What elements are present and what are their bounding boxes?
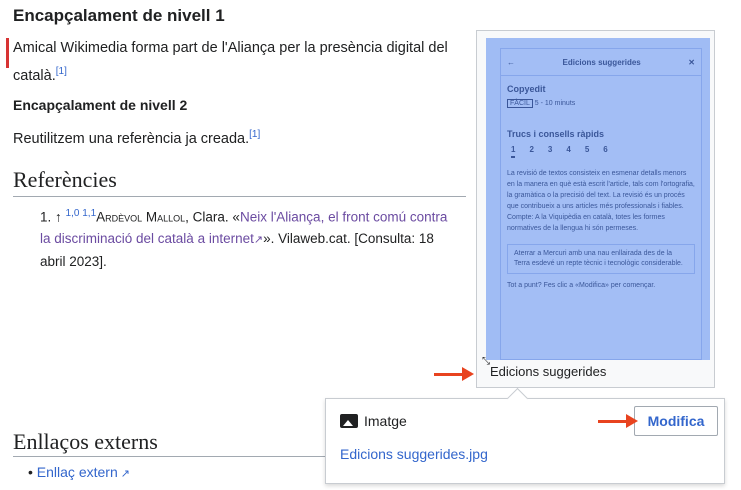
external-link-icon: ↗: [253, 233, 264, 246]
image-icon: [340, 414, 358, 428]
divider: [13, 196, 466, 197]
heading-level-2: Encapçalament de nivell 2: [13, 97, 188, 113]
backlinks[interactable]: 1,0 1,1: [66, 208, 97, 219]
external-link-icon: ↗: [117, 468, 131, 480]
image-filename-link[interactable]: Edicions suggerides.jpg: [340, 446, 488, 462]
annotation-arrow: [434, 367, 474, 381]
external-list-item: • Enllaç extern ↗: [28, 464, 131, 480]
thumbnail-image[interactable]: ← Edicions suggerides ✕ Copyedit FÀCIL 5…: [486, 38, 710, 360]
popup-type-label: Imatge: [364, 413, 407, 429]
references-heading: Referències: [13, 167, 117, 192]
paragraph-2[interactable]: Reutilitzem una referència ja creada.[1]: [13, 123, 260, 151]
external-links-heading: Enllaços externs: [13, 429, 158, 454]
backlink-arrow[interactable]: ↑: [55, 210, 62, 225]
thumbnail-caption: Edicions suggerides: [490, 364, 607, 379]
paragraph-1[interactable]: Amical Wikimedia forma part de l'Aliança…: [13, 37, 453, 88]
heading-level-1: Encapçalament de nivell 1: [13, 6, 225, 25]
resize-handle-icon[interactable]: ⤡: [482, 356, 490, 367]
change-marker: [6, 38, 9, 68]
annotation-arrow: [598, 414, 638, 428]
ref-link[interactable]: [1]: [249, 129, 260, 140]
ref-link[interactable]: [1]: [56, 66, 67, 77]
edit-button[interactable]: Modifica: [634, 406, 718, 436]
reference-item: 1. ↑ 1,0 1,1Ardèvol Mallol, Clara. «Neix…: [40, 208, 448, 269]
external-link[interactable]: Enllaç extern: [37, 464, 118, 480]
